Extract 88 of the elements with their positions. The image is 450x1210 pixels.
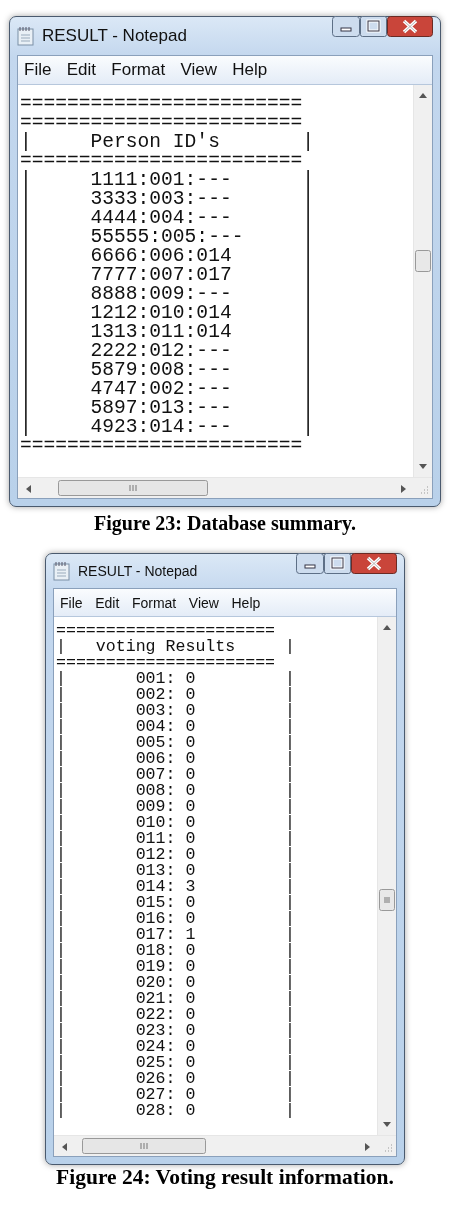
scroll-left-arrow-icon[interactable] xyxy=(26,485,31,493)
text-line: ======================== xyxy=(20,95,303,114)
scroll-right-arrow-icon[interactable] xyxy=(401,485,406,493)
text-line: | 2222:012:--- | xyxy=(20,342,314,361)
text-line: | 4923:014:--- | xyxy=(20,418,314,437)
menu-item[interactable]: Help xyxy=(232,60,268,80)
scroll-thumb[interactable] xyxy=(58,480,208,496)
vertical-scrollbar[interactable] xyxy=(377,617,396,1135)
text-line: | 007: 0 | xyxy=(56,767,295,783)
text-line: | 012: 0 | xyxy=(56,847,295,863)
text-line: ====================== xyxy=(56,655,276,671)
text-line: | 1212:010:014 | xyxy=(20,304,314,323)
text-line: | 4747:002:--- | xyxy=(20,380,314,399)
text-line: | 003: 0 | xyxy=(56,703,295,719)
text-line: | 4444:004:--- | xyxy=(20,209,314,228)
text-line: | 004: 0 | xyxy=(56,719,295,735)
figure-caption: Figure 24: Voting result information. xyxy=(56,1165,394,1189)
window-title: RESULT - Notepad xyxy=(42,26,187,46)
text-line: | 8888:009:--- | xyxy=(20,285,314,304)
text-line: ======================== xyxy=(20,152,303,171)
text-line: | 023: 0 | xyxy=(56,1023,295,1039)
text-line: | 6666:006:014 | xyxy=(20,247,314,266)
text-line: | 006: 0 | xyxy=(56,751,295,767)
text-line: | 022: 0 | xyxy=(56,1007,295,1023)
text-line: | 018: 0 | xyxy=(56,943,295,959)
menu-item[interactable]: File xyxy=(60,594,83,611)
text-line: | 016: 0 | xyxy=(56,911,295,927)
text-line: | Person ID's | xyxy=(20,133,314,152)
menu-item[interactable]: Help xyxy=(231,594,261,611)
menu-item[interactable]: Format xyxy=(111,60,166,80)
scroll-right-arrow-icon[interactable] xyxy=(365,1143,370,1151)
text-line: | 1313:011:014 | xyxy=(20,323,314,342)
scroll-thumb[interactable] xyxy=(415,250,431,272)
text-line: | 017: 1 | xyxy=(56,927,295,943)
text-line: | 027: 0 | xyxy=(56,1087,295,1103)
vertical-scrollbar[interactable] xyxy=(413,85,432,477)
text-line: | voting Results | xyxy=(56,639,295,655)
close-button[interactable] xyxy=(351,553,397,574)
text-line: | 021: 0 | xyxy=(56,991,295,1007)
scroll-up-arrow-icon[interactable] xyxy=(383,625,391,630)
text-line: | 5897:013:--- | xyxy=(20,399,314,418)
close-button[interactable] xyxy=(387,16,433,37)
text-line: ======================== xyxy=(20,114,303,133)
menu-item[interactable]: View xyxy=(188,594,219,611)
text-line: | 020: 0 | xyxy=(56,975,295,991)
text-line: | 015: 0 | xyxy=(56,895,295,911)
minimize-button[interactable] xyxy=(296,553,324,574)
text-line: | 013: 0 | xyxy=(56,863,295,879)
text-line: ======================== xyxy=(20,437,303,456)
scroll-thumb[interactable] xyxy=(82,1138,206,1154)
text-line: | 008: 0 | xyxy=(56,783,295,799)
menu-item[interactable]: View xyxy=(180,60,217,80)
size-grip-icon[interactable] xyxy=(420,486,429,495)
window-title: RESULT - Notepad xyxy=(78,563,198,579)
menu-item[interactable]: Edit xyxy=(95,594,120,611)
text-line: | 028: 0 | xyxy=(56,1103,295,1119)
scroll-down-arrow-icon[interactable] xyxy=(383,1122,391,1127)
minimize-button[interactable] xyxy=(332,16,360,37)
text-line: | 7777:007:017 | xyxy=(20,266,314,285)
scroll-left-arrow-icon[interactable] xyxy=(62,1143,67,1151)
text-line: | 001: 0 | xyxy=(56,671,295,687)
scroll-thumb[interactable] xyxy=(379,889,395,911)
text-line: | 1111:001:--- | xyxy=(20,171,314,190)
text-line: | 002: 0 | xyxy=(56,687,295,703)
scroll-down-arrow-icon[interactable] xyxy=(419,464,427,469)
figure-caption: Figure 23: Database summary. xyxy=(94,511,356,535)
scroll-up-arrow-icon[interactable] xyxy=(419,93,427,98)
text-line: | 009: 0 | xyxy=(56,799,295,815)
text-line: | 024: 0 | xyxy=(56,1039,295,1055)
maximize-button[interactable] xyxy=(360,16,387,37)
text-line: | 019: 0 | xyxy=(56,959,295,975)
text-line: | 55555:005:--- | xyxy=(20,228,314,247)
menu-item[interactable]: File xyxy=(24,60,52,80)
text-line: | 014: 3 | xyxy=(56,879,295,895)
text-line: | 011: 0 | xyxy=(56,831,295,847)
notepad-icon xyxy=(53,561,71,581)
text-line: | 3333:003:--- | xyxy=(20,190,314,209)
menu-item[interactable]: Edit xyxy=(66,60,96,80)
text-line: ====================== xyxy=(56,623,276,639)
maximize-button[interactable] xyxy=(324,553,351,574)
menu-item[interactable]: Format xyxy=(131,594,177,611)
text-line: | 005: 0 | xyxy=(56,735,295,751)
text-line: | 010: 0 | xyxy=(56,815,295,831)
text-line: | 025: 0 | xyxy=(56,1055,295,1071)
notepad-icon xyxy=(17,26,35,46)
text-line: | 5879:008:--- | xyxy=(20,361,314,380)
size-grip-icon[interactable] xyxy=(384,1144,393,1153)
text-line: | 026: 0 | xyxy=(56,1071,295,1087)
